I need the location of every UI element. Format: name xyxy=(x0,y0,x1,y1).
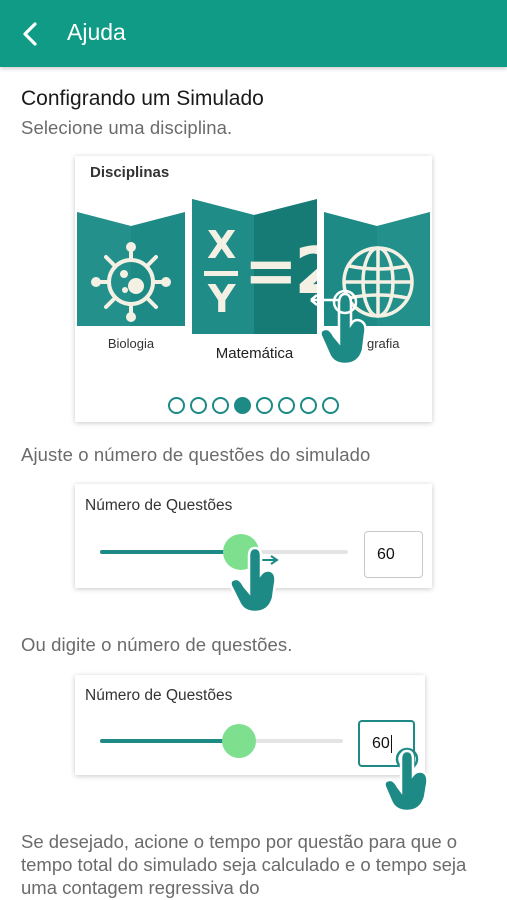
subject-label-active: Matemática xyxy=(215,345,294,362)
app-bar-title: Ajuda xyxy=(67,19,126,45)
math-fraction-icon: X Y =2 xyxy=(202,221,317,331)
back-button[interactable] xyxy=(12,14,48,54)
questions-number-value: 60 xyxy=(377,545,395,563)
page-dot-active[interactable] xyxy=(234,397,251,414)
questions-number-field[interactable]: 60 xyxy=(364,531,423,578)
step-timer-description: Se desejado, acione o tempo por questão … xyxy=(21,831,467,898)
formula-denominator: Y xyxy=(208,277,236,321)
virus-icon xyxy=(91,242,171,322)
questions-label: Número de Questões xyxy=(85,497,233,514)
questions-slider-card: Número de Questões 60 xyxy=(75,484,432,614)
disciplines-label: Disciplinas xyxy=(90,164,170,181)
slider-fill xyxy=(100,550,242,554)
disciplines-card: Disciplinas Biologia X Y =2 Matemática g… xyxy=(75,156,432,422)
drag-hand-icon xyxy=(229,546,279,614)
questions-input-card: Número de Questões 60 xyxy=(75,675,429,813)
fraction-bar xyxy=(204,271,238,276)
subject-matematica[interactable]: X Y =2 xyxy=(192,199,317,334)
page-dot[interactable] xyxy=(300,397,317,414)
app-bar: Ajuda xyxy=(0,0,507,67)
page-dot[interactable] xyxy=(212,397,229,414)
swipe-hand-icon xyxy=(310,289,367,366)
step-adjust-questions: Ajuste o número de questões do simulado xyxy=(21,444,371,465)
slider-fill xyxy=(100,739,239,743)
page-dot[interactable] xyxy=(168,397,185,414)
page-dot[interactable] xyxy=(190,397,207,414)
formula-numerator: X xyxy=(207,223,237,267)
step-type-questions: Ou digite o número de questões. xyxy=(21,634,293,655)
page-dot[interactable] xyxy=(322,397,339,414)
questions-label: Número de Questões xyxy=(85,687,233,704)
subject-biologia[interactable] xyxy=(77,212,185,326)
page-dot[interactable] xyxy=(278,397,295,414)
tap-hand-icon xyxy=(383,747,429,813)
subject-label: Biologia xyxy=(107,336,155,351)
section-title: Configrando um Simulado xyxy=(21,87,264,110)
slider-thumb[interactable] xyxy=(221,724,256,758)
step-select-discipline: Selecione uma disciplina. xyxy=(21,117,233,138)
chevron-left-icon xyxy=(23,22,37,46)
page-dot[interactable] xyxy=(256,397,273,414)
page-indicator xyxy=(75,397,432,414)
